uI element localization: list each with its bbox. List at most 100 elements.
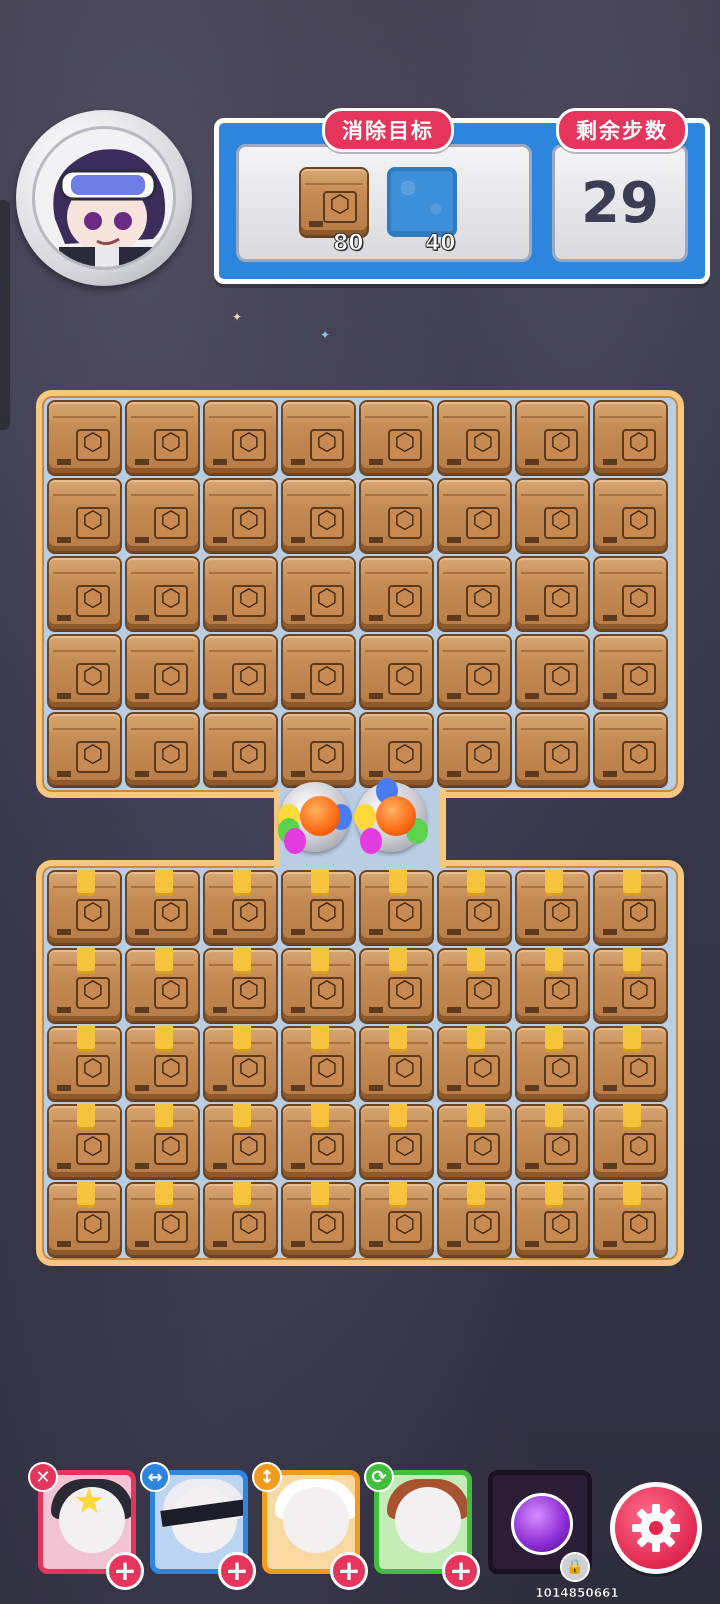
add-hero-3-button[interactable]: + bbox=[330, 1552, 368, 1590]
board-cell[interactable] bbox=[280, 711, 358, 789]
taped-cardboard-box-icon bbox=[125, 870, 200, 945]
board-cell[interactable] bbox=[436, 869, 514, 947]
board-cell[interactable] bbox=[514, 1103, 592, 1181]
board-cell[interactable] bbox=[280, 1103, 358, 1181]
board-cell[interactable] bbox=[46, 1103, 124, 1181]
board-cell[interactable] bbox=[124, 399, 202, 477]
board-cell[interactable] bbox=[280, 1181, 358, 1259]
board-cell[interactable] bbox=[202, 711, 280, 789]
board-cell[interactable] bbox=[124, 947, 202, 1025]
board-cell[interactable] bbox=[592, 869, 670, 947]
board-cell[interactable] bbox=[358, 1025, 436, 1103]
board-cell[interactable] bbox=[46, 477, 124, 555]
board-cell[interactable] bbox=[202, 1181, 280, 1259]
board-cell[interactable] bbox=[202, 399, 280, 477]
board-cell[interactable] bbox=[436, 477, 514, 555]
board-cell[interactable] bbox=[280, 633, 358, 711]
board-cell[interactable] bbox=[514, 477, 592, 555]
board-cell[interactable] bbox=[202, 1103, 280, 1181]
board-cell[interactable] bbox=[46, 1025, 124, 1103]
board-cell[interactable] bbox=[358, 477, 436, 555]
lock-icon: 🔒 bbox=[560, 1552, 590, 1582]
add-hero-1-button[interactable]: + bbox=[106, 1552, 144, 1590]
board-cell[interactable] bbox=[592, 1025, 670, 1103]
board-cell[interactable] bbox=[592, 1181, 670, 1259]
board-cell[interactable] bbox=[592, 399, 670, 477]
board-cell[interactable] bbox=[358, 555, 436, 633]
board-cell[interactable] bbox=[436, 633, 514, 711]
board-cell[interactable] bbox=[358, 1181, 436, 1259]
board-cell[interactable] bbox=[436, 947, 514, 1025]
board-cell[interactable] bbox=[124, 555, 202, 633]
board-cell[interactable] bbox=[124, 1025, 202, 1103]
swap-icon: ⟳ bbox=[364, 1462, 394, 1492]
board-cell[interactable] bbox=[280, 555, 358, 633]
board-cell[interactable] bbox=[124, 711, 202, 789]
board-cell[interactable] bbox=[358, 869, 436, 947]
board-cell[interactable] bbox=[436, 555, 514, 633]
board-cell[interactable] bbox=[358, 399, 436, 477]
player-id: 1014850661 bbox=[535, 1586, 619, 1601]
board-cell[interactable] bbox=[514, 399, 592, 477]
board-cell[interactable] bbox=[280, 1025, 358, 1103]
cardboard-box-icon bbox=[515, 400, 590, 475]
board-cell[interactable] bbox=[124, 1103, 202, 1181]
board-cell[interactable] bbox=[202, 633, 280, 711]
edge-handle[interactable] bbox=[0, 200, 10, 430]
board-cell[interactable] bbox=[46, 633, 124, 711]
board-cell[interactable] bbox=[202, 555, 280, 633]
board-cell[interactable] bbox=[436, 1181, 514, 1259]
board-cell[interactable] bbox=[124, 633, 202, 711]
board-cell[interactable] bbox=[202, 1025, 280, 1103]
taped-cardboard-box-icon bbox=[47, 1182, 122, 1257]
board-cell[interactable] bbox=[436, 399, 514, 477]
board-cell[interactable] bbox=[514, 869, 592, 947]
board-cell[interactable] bbox=[592, 711, 670, 789]
board-cell[interactable] bbox=[202, 477, 280, 555]
taped-cardboard-box-icon bbox=[359, 870, 434, 945]
board-cell[interactable] bbox=[436, 711, 514, 789]
settings-button[interactable] bbox=[610, 1482, 702, 1574]
cardboard-box-icon bbox=[359, 634, 434, 709]
board-cell[interactable] bbox=[280, 399, 358, 477]
player-avatar[interactable] bbox=[16, 110, 192, 286]
taped-cardboard-box-icon bbox=[281, 1182, 356, 1257]
add-hero-4-button[interactable]: + bbox=[442, 1552, 480, 1590]
rocket-orb-special[interactable] bbox=[354, 778, 428, 854]
board-cell[interactable] bbox=[202, 947, 280, 1025]
board-cell[interactable] bbox=[514, 1025, 592, 1103]
board-cell[interactable] bbox=[280, 947, 358, 1025]
board-cell[interactable] bbox=[280, 477, 358, 555]
board-cell[interactable] bbox=[592, 477, 670, 555]
cardboard-box-icon bbox=[437, 634, 512, 709]
board-cell[interactable] bbox=[46, 711, 124, 789]
board-cell[interactable] bbox=[202, 869, 280, 947]
board-cell[interactable] bbox=[436, 1103, 514, 1181]
board-cell[interactable] bbox=[46, 869, 124, 947]
board-cell[interactable] bbox=[436, 1025, 514, 1103]
board-cell[interactable] bbox=[124, 869, 202, 947]
board-cell[interactable] bbox=[514, 555, 592, 633]
board-cell[interactable] bbox=[592, 555, 670, 633]
board-cell[interactable] bbox=[46, 399, 124, 477]
rocket-orb-special[interactable] bbox=[278, 782, 352, 854]
board-cell[interactable] bbox=[280, 869, 358, 947]
board-cell[interactable] bbox=[592, 633, 670, 711]
add-hero-2-button[interactable]: + bbox=[218, 1552, 256, 1590]
board-cell[interactable] bbox=[124, 1181, 202, 1259]
board-cell[interactable] bbox=[358, 947, 436, 1025]
board-cell[interactable] bbox=[592, 947, 670, 1025]
board-cell[interactable] bbox=[358, 1103, 436, 1181]
board-cell[interactable] bbox=[592, 1103, 670, 1181]
board-cell[interactable] bbox=[514, 1181, 592, 1259]
board-cell[interactable] bbox=[514, 947, 592, 1025]
board-cell[interactable] bbox=[46, 555, 124, 633]
board-cell[interactable] bbox=[358, 711, 436, 789]
board-cell[interactable] bbox=[124, 477, 202, 555]
board-cell[interactable] bbox=[46, 947, 124, 1025]
board-cell[interactable] bbox=[514, 633, 592, 711]
board-cell[interactable] bbox=[46, 1181, 124, 1259]
board-cell[interactable] bbox=[514, 711, 592, 789]
board-cell[interactable] bbox=[358, 633, 436, 711]
moves-label: 剩余步数 bbox=[556, 108, 688, 152]
